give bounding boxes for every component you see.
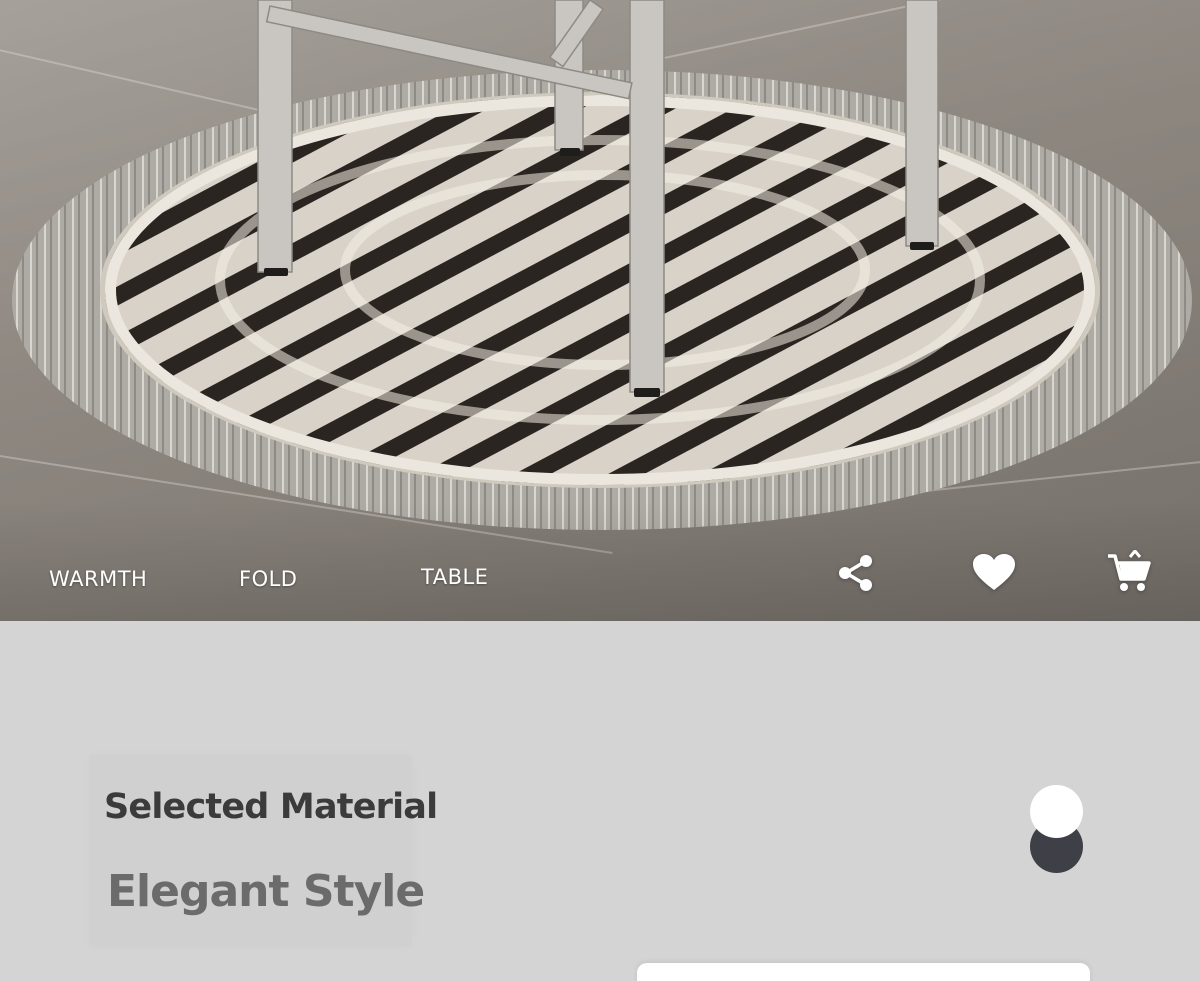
tag-table[interactable]: TABLE [421, 565, 488, 589]
favorite-button[interactable] [972, 553, 1016, 593]
tag-warmth[interactable]: WARMTH [49, 567, 147, 591]
style-subtitle: Elegant Style [107, 866, 425, 917]
heart-icon [973, 554, 1015, 590]
cart-button[interactable] [1106, 550, 1152, 594]
tag-fold[interactable]: FOLD [239, 567, 297, 591]
cart-icon [1108, 550, 1151, 591]
selected-material-title: Selected Material [104, 787, 438, 827]
bottom-sheet[interactable] [637, 963, 1090, 981]
share-icon [839, 555, 872, 591]
style-toggle[interactable] [1029, 784, 1085, 876]
material-info-card [89, 755, 412, 947]
share-button[interactable] [836, 553, 876, 593]
hero-bottom-shade [0, 501, 1200, 621]
hero-image: WARMTH FOLD TABLE [0, 0, 1200, 621]
toggle-knob-light [1030, 785, 1083, 838]
